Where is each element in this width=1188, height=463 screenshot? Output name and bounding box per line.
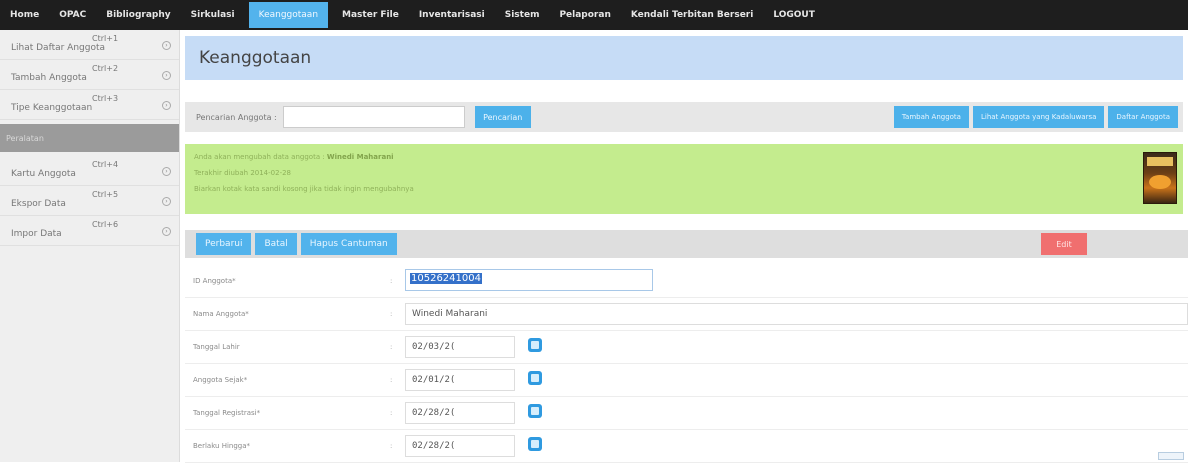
form-row-member-name: Nama Anggota* : Winedi Maharani <box>185 298 1188 331</box>
search-bar: Pencarian Anggota : Pencarian Tambah Ang… <box>185 102 1183 132</box>
shortcut-label: Ctrl+4 <box>92 160 118 169</box>
field-label: Tanggal Lahir <box>193 343 240 351</box>
calendar-icon[interactable] <box>528 338 542 352</box>
sidebar-item-lihat-daftar-anggota[interactable]: Lihat Daftar Anggota Ctrl+1 › <box>0 30 179 60</box>
sidebar-item-label: Impor Data <box>11 229 62 239</box>
field-label: ID Anggota* <box>193 277 236 285</box>
tab-opac[interactable]: OPAC <box>49 0 96 30</box>
chevron-right-icon: › <box>162 41 171 50</box>
search-button[interactable]: Pencarian <box>475 106 531 128</box>
shortcut-label: Ctrl+6 <box>92 220 118 229</box>
shortcut-label: Ctrl+2 <box>92 64 118 73</box>
chevron-right-icon: › <box>162 167 171 176</box>
notice-line-last-update: Terakhir diubah 2014-02-28 <box>194 169 1183 177</box>
member-list-button[interactable]: Daftar Anggota <box>1108 106 1178 128</box>
register-date-input[interactable]: 02/28/2( <box>405 402 515 424</box>
shortcut-label: Ctrl+5 <box>92 190 118 199</box>
delete-record-button[interactable]: Hapus Cantuman <box>301 233 397 255</box>
sidebar-item-impor-data[interactable]: Impor Data Ctrl+6 › <box>0 216 179 246</box>
chevron-right-icon: › <box>162 227 171 236</box>
member-name-input[interactable]: Winedi Maharani <box>405 303 1188 325</box>
tab-kendali-terbitan-berseri[interactable]: Kendali Terbitan Berseri <box>621 0 763 30</box>
form-row-birth-date: Tanggal Lahir : 02/03/2( <box>185 331 1188 364</box>
member-photo <box>1143 152 1177 204</box>
sidebar-item-label: Tipe Keanggotaan <box>11 103 92 113</box>
sidebar-item-kartu-anggota[interactable]: Kartu Anggota Ctrl+4 › <box>0 156 179 186</box>
search-input[interactable] <box>283 106 465 128</box>
sidebar-item-ekspor-data[interactable]: Ekspor Data Ctrl+5 › <box>0 186 179 216</box>
shortcut-label: Ctrl+1 <box>92 34 118 43</box>
calendar-icon[interactable] <box>528 437 542 451</box>
field-label: Nama Anggota* <box>193 310 249 318</box>
sidebar-item-tipe-keanggotaan[interactable]: Tipe Keanggotaan Ctrl+3 › <box>0 90 179 120</box>
notice-member-name: Winedi Maharani <box>327 153 394 161</box>
calendar-icon[interactable] <box>528 371 542 385</box>
add-member-button[interactable]: Tambah Anggota <box>894 106 969 128</box>
sidebar-section-peralatan: Peralatan <box>0 124 179 152</box>
cancel-button[interactable]: Batal <box>255 233 296 255</box>
member-actions: Tambah Anggota Lihat Anggota yang Kadalu… <box>894 106 1178 128</box>
sidebar-item-tambah-anggota[interactable]: Tambah Anggota Ctrl+2 › <box>0 60 179 90</box>
tab-logout[interactable]: LOGOUT <box>763 0 825 30</box>
form-row-register-date: Tanggal Registrasi* : 02/28/2( <box>185 397 1188 430</box>
tab-keanggotaan[interactable]: Keanggotaan <box>249 2 328 28</box>
calendar-icon[interactable] <box>528 404 542 418</box>
tab-bibliography[interactable]: Bibliography <box>96 0 180 30</box>
member-form: ID Anggota* : 10526241004 Nama Anggota* … <box>185 265 1188 463</box>
expiry-date-input[interactable]: 02/28/2( <box>405 435 515 457</box>
main-content: Keanggotaan Pencarian Anggota : Pencaria… <box>180 30 1188 462</box>
sidebar-item-label: Kartu Anggota <box>11 169 76 179</box>
sidebar: Lihat Daftar Anggota Ctrl+1 › Tambah Ang… <box>0 30 180 462</box>
notice-line-password-hint: Biarkan kotak kata sandi kosong jika tid… <box>194 185 1183 193</box>
notice-line-edit: Anda akan mengubah data anggota : Winedi… <box>194 153 1183 161</box>
tab-sirkulasi[interactable]: Sirkulasi <box>181 0 245 30</box>
sidebar-item-label: Lihat Daftar Anggota <box>11 43 105 53</box>
search-label: Pencarian Anggota : <box>196 113 277 122</box>
expired-members-button[interactable]: Lihat Anggota yang Kadaluwarsa <box>973 106 1104 128</box>
field-label: Tanggal Registrasi* <box>193 409 260 417</box>
edit-notice: Anda akan mengubah data anggota : Winedi… <box>185 144 1183 214</box>
form-row-member-since: Anggota Sejak* : 02/01/2( <box>185 364 1188 397</box>
top-navbar: Home OPAC Bibliography Sirkulasi Keanggo… <box>0 0 1188 30</box>
chevron-right-icon: › <box>162 71 171 80</box>
form-row-expiry-date: Berlaku Hingga* : 02/28/2( <box>185 430 1188 463</box>
member-since-input[interactable]: 02/01/2( <box>405 369 515 391</box>
page-title: Keanggotaan <box>185 36 1183 80</box>
form-row-member-id: ID Anggota* : 10526241004 <box>185 265 1188 298</box>
birth-date-input[interactable]: 02/03/2( <box>405 336 515 358</box>
form-action-bar: Perbarui Batal Hapus Cantuman Edit <box>185 230 1188 258</box>
sidebar-item-label: Ekspor Data <box>11 199 66 209</box>
tab-sistem[interactable]: Sistem <box>495 0 550 30</box>
field-label: Anggota Sejak* <box>193 376 247 384</box>
chevron-right-icon: › <box>162 101 171 110</box>
chevron-right-icon: › <box>162 197 171 206</box>
scroll-corner <box>1158 452 1184 460</box>
tab-pelaporan[interactable]: Pelaporan <box>549 0 620 30</box>
field-label: Berlaku Hingga* <box>193 442 250 450</box>
sidebar-item-label: Tambah Anggota <box>11 73 87 83</box>
update-button[interactable]: Perbarui <box>196 233 251 255</box>
shortcut-label: Ctrl+3 <box>92 94 118 103</box>
tab-master-file[interactable]: Master File <box>332 0 409 30</box>
edit-button[interactable]: Edit <box>1041 233 1087 255</box>
tab-inventarisasi[interactable]: Inventarisasi <box>409 0 495 30</box>
member-id-input[interactable]: 10526241004 <box>405 269 653 291</box>
tab-home[interactable]: Home <box>0 0 49 30</box>
